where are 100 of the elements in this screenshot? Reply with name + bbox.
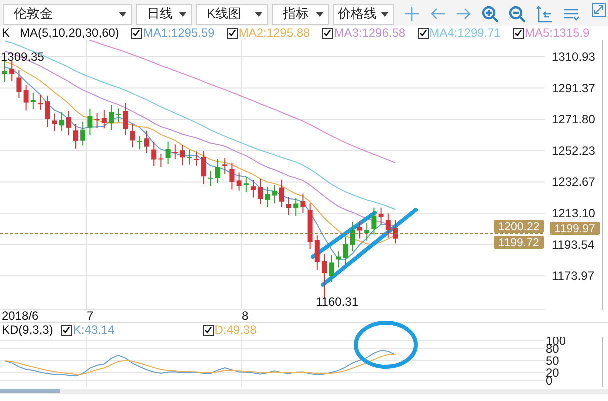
price-axis-label: 1232.67 [552, 175, 596, 190]
candlestick [38, 94, 43, 111]
checkbox[interactable] [61, 324, 72, 336]
date-label: 8 [242, 310, 249, 322]
dropdown[interactable]: 价格线 [333, 4, 394, 24]
candlestick [130, 123, 136, 148]
candlestick [378, 207, 384, 226]
price-axis-label: 1310.93 [552, 50, 596, 64]
candlestick [308, 202, 313, 250]
candlestick [300, 193, 306, 214]
checkbox[interactable] [226, 28, 238, 38]
candlestick [230, 162, 235, 190]
candlestick [74, 124, 78, 150]
circle-annotation [353, 320, 419, 370]
ma-value: MA5:1315.9 [524, 26, 590, 40]
ma-value: MA4:1299.71 [430, 26, 501, 40]
candlestick [364, 222, 370, 242]
chart-type-label: K [2, 26, 10, 40]
candlestick [116, 108, 122, 124]
zoom-out-icon[interactable] [509, 6, 526, 22]
candlestick [194, 151, 200, 166]
caret-icon [179, 12, 187, 16]
candlestick [372, 207, 377, 236]
checkbox[interactable] [418, 28, 429, 38]
candlestick [314, 235, 320, 271]
candlestick [343, 236, 348, 266]
candlestick [350, 222, 356, 252]
caret-icon [119, 12, 127, 16]
checkbox[interactable] [512, 28, 524, 38]
candlestick [180, 144, 185, 166]
scrollbar-thumb[interactable] [0, 389, 60, 393]
candlestick [294, 198, 299, 217]
ma-value: MA1:1295.59 [143, 26, 215, 40]
high-price-label: 1309.35 [1, 50, 44, 64]
candlestick [279, 179, 284, 208]
caret-icon [255, 12, 263, 16]
indicator-axis-label: 50 [546, 354, 560, 368]
candlestick [166, 141, 171, 166]
ma-value: MA2:1295.88 [238, 26, 310, 40]
candlestick [386, 213, 391, 239]
candlestick [393, 220, 398, 244]
date-label: 2018/6 [2, 310, 39, 322]
candlestick [258, 178, 264, 205]
candlestick [45, 95, 50, 128]
candlestick [10, 60, 15, 82]
arrow-left-icon[interactable] [430, 6, 446, 22]
candlestick [336, 251, 342, 268]
price-tag: 1200.22 [494, 220, 544, 234]
candlestick [94, 112, 100, 129]
dropdown[interactable]: 伦敦金 [3, 4, 132, 24]
candlestick [187, 150, 192, 166]
candlestick [216, 158, 220, 184]
expand-icon[interactable] [592, 3, 606, 17]
candlestick [24, 84, 29, 112]
candlestick [109, 104, 114, 131]
low-price-label: 1160.31 [316, 295, 358, 309]
candlestick [66, 110, 72, 136]
candlestick [322, 254, 327, 298]
candlestick [208, 170, 214, 186]
candlestick [158, 153, 164, 168]
candlestick [358, 221, 362, 240]
dropdown[interactable]: 指标 [272, 4, 329, 24]
price-axis-label: 1173.97 [552, 269, 594, 284]
candlestick [80, 121, 86, 146]
price-axis-label: 1291.37 [552, 81, 596, 96]
price-axis-label: 1271.80 [552, 112, 596, 127]
arrow-right-icon[interactable] [456, 6, 472, 22]
checkbox[interactable] [202, 324, 214, 336]
zoom-in-icon[interactable] [482, 6, 499, 22]
price-axis-label: 1213.10 [552, 206, 596, 220]
candlestick [123, 102, 128, 136]
candlestick [222, 158, 228, 175]
price-axis-label: 1252.23 [552, 144, 596, 158]
candlestick [329, 254, 334, 283]
price-tag: 1199.72 [494, 236, 544, 250]
candlestick [265, 186, 270, 208]
candlestick [172, 144, 178, 160]
candlestick [30, 92, 36, 110]
candlestick [251, 180, 256, 198]
candlestick [236, 172, 242, 192]
indicator-label: KD(9,3,3) [2, 323, 54, 337]
indicator-value: D:49.38 [214, 323, 257, 337]
candlestick [201, 150, 206, 185]
candlestick [244, 176, 249, 194]
candlestick [102, 110, 107, 130]
dropdown[interactable]: 日线 [136, 4, 192, 24]
candlestick [16, 70, 22, 99]
axis-scale-icon[interactable] [536, 6, 553, 22]
crosshair-icon[interactable] [404, 6, 420, 22]
ma-label: MA(5,10,20,30,60) [20, 26, 120, 40]
candlestick [144, 130, 150, 154]
candlestick [286, 196, 292, 216]
checkbox[interactable] [322, 28, 334, 38]
checkbox[interactable] [131, 28, 142, 38]
candlestick [88, 109, 93, 136]
caret-icon [316, 12, 324, 16]
indicator-value: K:43.14 [73, 323, 115, 337]
price-tag: 1199.97 [550, 222, 600, 236]
dropdown[interactable]: K线图 [196, 4, 268, 24]
candlestick [52, 113, 58, 132]
